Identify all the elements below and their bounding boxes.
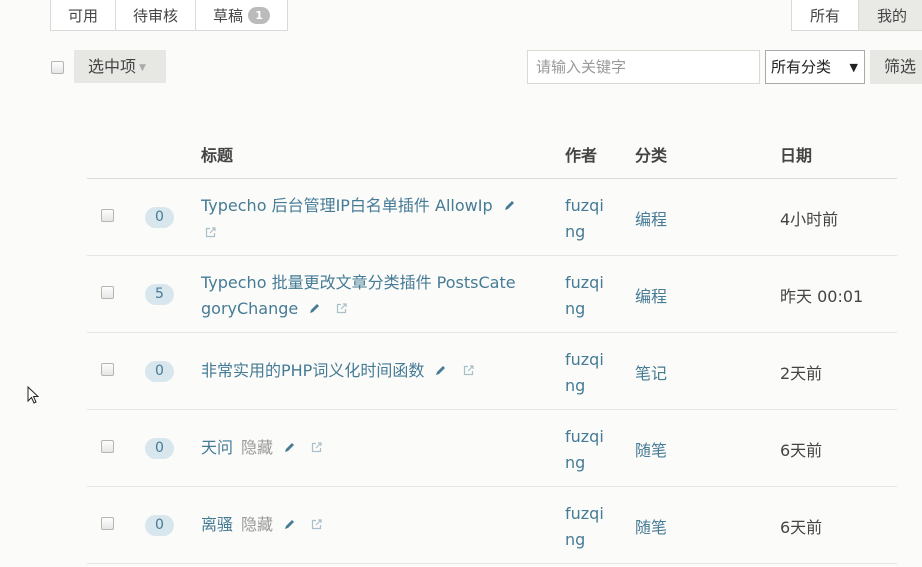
category-select-value: 所有分类	[771, 58, 832, 76]
author-line: ng	[565, 299, 586, 318]
category-link[interactable]: 编程	[635, 206, 667, 230]
comment-count-badge[interactable]: 0	[145, 438, 174, 459]
tab-pending[interactable]: 待审核	[115, 0, 197, 31]
author-link[interactable]: fuzqi ng	[565, 347, 609, 399]
row-checkbox[interactable]	[101, 440, 114, 453]
search-input[interactable]	[527, 50, 760, 84]
post-title-link[interactable]: Typecho 后台管理IP白名单插件 AllowIp	[201, 196, 493, 215]
header-title: 标题	[201, 146, 234, 165]
table-row: 5 Typecho 批量更改文章分类插件 PostsCate goryChang…	[87, 256, 897, 333]
scope-tabs: 所有 我的	[791, 0, 922, 31]
drafts-count-badge: 1	[248, 7, 271, 24]
tab-mine[interactable]: 我的	[858, 0, 922, 31]
table-row: 0 Typecho 后台管理IP白名单插件 AllowIp fuzqi ng 编程…	[87, 179, 897, 256]
category-link[interactable]: 编程	[635, 283, 667, 307]
author-link[interactable]: fuzqi ng	[565, 424, 609, 476]
author-line: fuzqi	[565, 504, 604, 523]
comment-count-badge[interactable]: 0	[145, 207, 174, 228]
row-checkbox[interactable]	[101, 363, 114, 376]
tab-all[interactable]: 所有	[791, 0, 860, 31]
post-title-link-continued[interactable]: goryChange	[201, 299, 298, 318]
author-link[interactable]: fuzqi ng	[565, 270, 609, 322]
table-row: 0 天问 隐藏 fuzqi ng 随笔 6天前	[87, 410, 897, 487]
table-row: 0 非常实用的PHP词义化时间函数 fuzqi ng 笔记 2天前	[87, 333, 897, 410]
row-checkbox[interactable]	[101, 209, 114, 222]
author-line: fuzqi	[565, 427, 604, 446]
external-link-icon[interactable]	[335, 297, 348, 323]
pencil-icon[interactable]	[283, 513, 296, 539]
author-line: ng	[565, 376, 586, 395]
title-cell: 非常实用的PHP词义化时间函数	[201, 358, 541, 385]
category-select[interactable]: 所有分类 ▼	[765, 50, 865, 84]
title-cell: 天问 隐藏	[201, 435, 541, 462]
external-link-icon[interactable]	[204, 221, 217, 247]
header-author: 作者	[565, 146, 598, 165]
category-link[interactable]: 随笔	[635, 514, 667, 538]
date-text: 6天前	[780, 441, 823, 460]
tab-drafts[interactable]: 草稿 1	[195, 0, 289, 31]
pencil-icon[interactable]	[283, 436, 296, 462]
mouse-pointer-icon	[27, 385, 40, 410]
date-text: 6天前	[780, 518, 823, 537]
author-line: ng	[565, 530, 586, 549]
pencil-icon[interactable]	[434, 359, 447, 385]
filter-button[interactable]: 筛选	[870, 50, 922, 84]
tab-label: 草稿	[213, 7, 244, 25]
hidden-status-tag: 隐藏	[241, 515, 274, 534]
select-all-checkbox[interactable]	[51, 61, 64, 74]
post-title-link[interactable]: 非常实用的PHP词义化时间函数	[201, 361, 424, 380]
row-checkbox[interactable]	[101, 517, 114, 530]
external-link-icon[interactable]	[462, 359, 475, 385]
comment-count-badge[interactable]: 0	[145, 515, 174, 536]
external-link-icon[interactable]	[310, 436, 323, 462]
caret-down-icon: ▼	[139, 63, 146, 73]
post-title-link[interactable]: 天问	[201, 438, 233, 457]
title-cell: Typecho 批量更改文章分类插件 PostsCate goryChange	[201, 270, 541, 323]
dropdown-arrow-icon: ▼	[849, 61, 858, 74]
header-date: 日期	[780, 146, 813, 165]
date-text: 2天前	[780, 364, 823, 383]
tab-label: 所有	[810, 7, 841, 25]
tab-label: 我的	[877, 7, 908, 25]
comment-count-badge[interactable]: 5	[145, 284, 174, 305]
author-link[interactable]: fuzqi ng	[565, 193, 609, 245]
status-tabs: 可用 待审核 草稿 1	[50, 0, 289, 31]
table-header: 标题 作者 分类 日期	[87, 126, 897, 179]
title-cell: Typecho 后台管理IP白名单插件 AllowIp	[201, 193, 541, 247]
author-line: ng	[565, 222, 586, 241]
selection-actions-button[interactable]: 选中项 ▼	[74, 50, 166, 83]
filter-label: 筛选	[884, 57, 917, 76]
table-row: 0 离骚 隐藏 fuzqi ng 随笔 6天前	[87, 487, 897, 564]
category-link[interactable]: 随笔	[635, 437, 667, 461]
external-link-icon[interactable]	[310, 513, 323, 539]
header-category: 分类	[635, 146, 668, 165]
author-line: fuzqi	[565, 273, 604, 292]
date-text: 昨天 00:01	[780, 287, 864, 306]
author-line: ng	[565, 453, 586, 472]
tab-label: 可用	[68, 7, 99, 25]
author-line: fuzqi	[565, 350, 604, 369]
date-text: 4小时前	[780, 210, 839, 229]
comment-count-badge[interactable]: 0	[145, 361, 174, 382]
author-link[interactable]: fuzqi ng	[565, 501, 609, 553]
pencil-icon[interactable]	[308, 297, 321, 323]
pencil-icon[interactable]	[503, 194, 516, 220]
tab-label: 待审核	[133, 7, 179, 25]
post-title-link[interactable]: Typecho 批量更改文章分类插件 PostsCate	[201, 273, 516, 292]
author-line: fuzqi	[565, 196, 604, 215]
title-cell: 离骚 隐藏	[201, 512, 541, 539]
post-title-link[interactable]: 离骚	[201, 515, 233, 534]
category-link[interactable]: 笔记	[635, 360, 667, 384]
row-checkbox[interactable]	[101, 286, 114, 299]
selection-label: 选中项	[88, 57, 137, 76]
tab-available[interactable]: 可用	[50, 0, 117, 31]
hidden-status-tag: 隐藏	[241, 438, 274, 457]
